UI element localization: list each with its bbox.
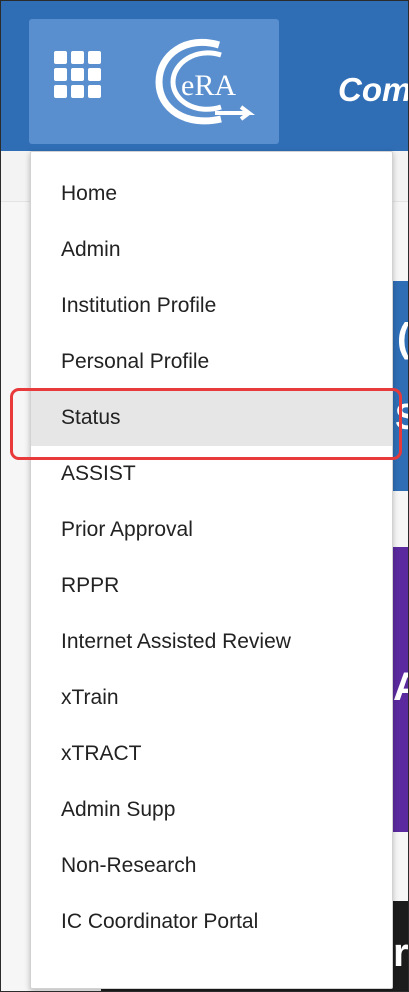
background-glyph: (	[397, 316, 409, 360]
apps-grid-icon	[54, 51, 102, 99]
background-status-glyph: S	[395, 396, 408, 438]
app-header: eRA Com	[1, 1, 408, 151]
menu-item-institution-profile[interactable]: Institution Profile	[31, 278, 392, 334]
background-glyph: A	[393, 665, 408, 710]
menu-item-home[interactable]: Home	[31, 166, 392, 222]
era-logo-icon: eRA	[155, 38, 255, 125]
menu-item-xtrain[interactable]: xTrain	[31, 670, 392, 726]
app-switcher-button[interactable]: eRA	[29, 19, 279, 144]
menu-item-xtract[interactable]: xTRACT	[31, 726, 392, 782]
menu-item-prior-approval[interactable]: Prior Approval	[31, 502, 392, 558]
menu-item-non-research[interactable]: Non-Research	[31, 838, 392, 894]
menu-list: Home Admin Institution Profile Personal Pro…	[31, 152, 392, 950]
menu-item-ic-coordinator-portal[interactable]: IC Coordinator Portal	[31, 894, 392, 950]
menu-item-rppr[interactable]: RPPR	[31, 558, 392, 614]
background-card: A	[393, 547, 408, 832]
menu-item-assist[interactable]: ASSIST	[31, 446, 392, 502]
menu-item-internet-assisted-review[interactable]: Internet Assisted Review	[31, 614, 392, 670]
background-glyph: r	[393, 931, 409, 975]
logo-text: eRA	[181, 69, 236, 102]
menu-item-personal-profile[interactable]: Personal Profile	[31, 334, 392, 390]
screenshot-frame: eRA Com ( S A r HomeAdminInstitution Pro…	[0, 0, 409, 992]
menu-item-admin[interactable]: Admin	[31, 222, 392, 278]
app-dropdown-menu: Home Admin Institution Profile Personal Pro…	[30, 151, 393, 989]
background-banner: ( S	[393, 281, 409, 491]
menu-item-status[interactable]: Status	[31, 390, 392, 446]
page-title: Com	[338, 71, 409, 108]
menu-item-admin-supp[interactable]: Admin Supp	[31, 782, 392, 838]
